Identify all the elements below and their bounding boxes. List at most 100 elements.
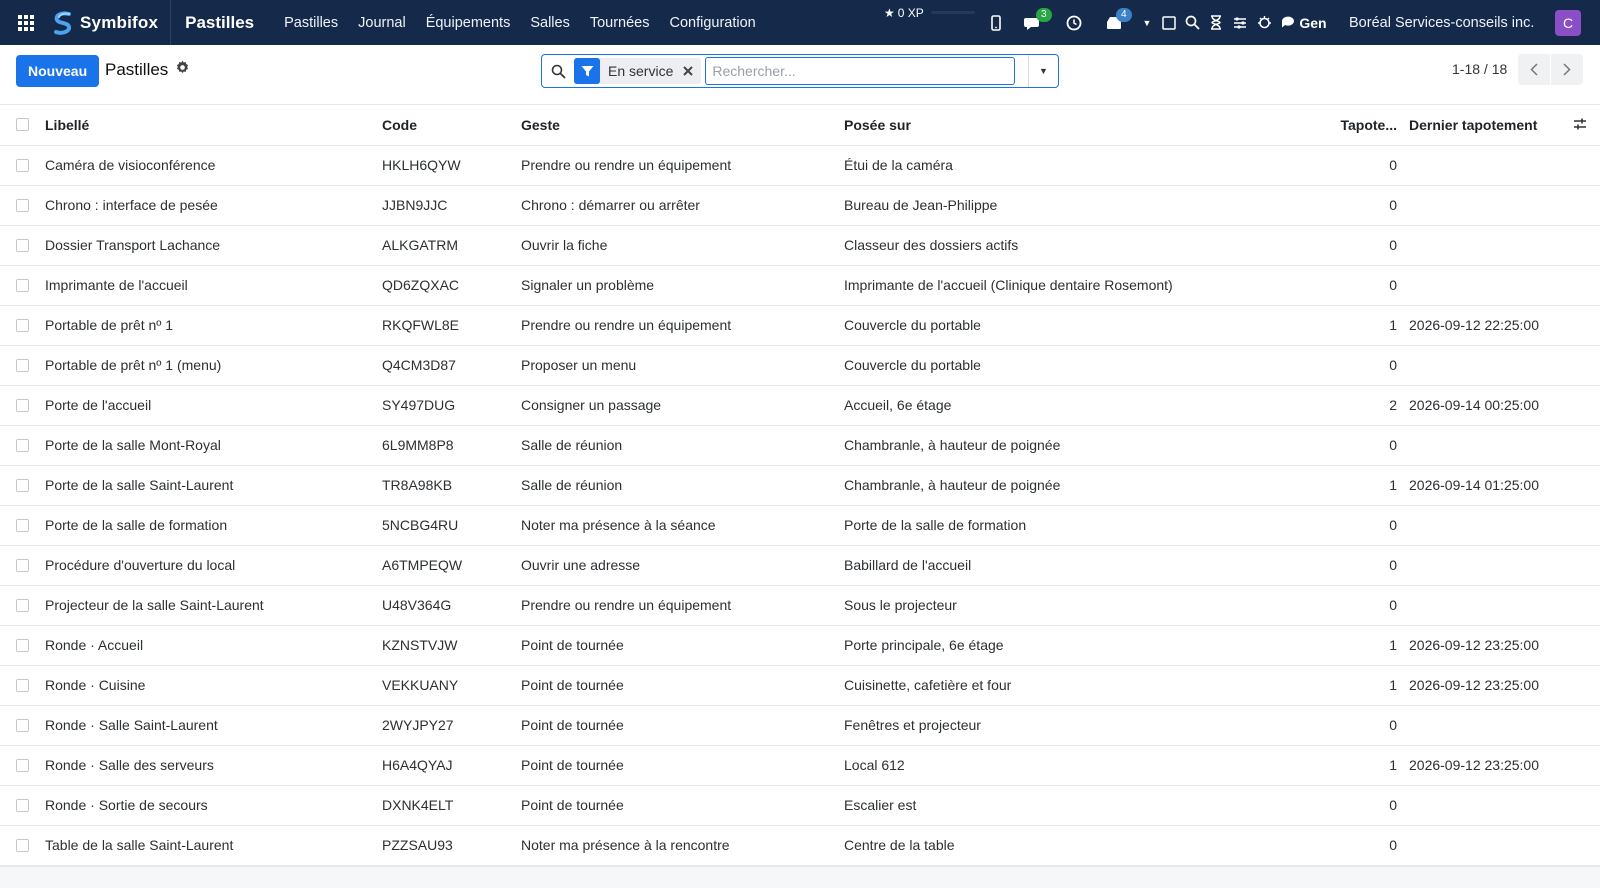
search-input[interactable] <box>705 57 1016 85</box>
cell-geste: Point de tournée <box>521 745 844 786</box>
cell-code: JJBN9JJC <box>382 185 521 226</box>
table-row[interactable]: Imprimante de l'accueil QD6ZQXAC Signaler … <box>0 265 1600 306</box>
table-row[interactable]: Portable de prêt nº 1 (menu) Q4CM3D87 Prop… <box>0 345 1600 386</box>
cell-dernier-tapotement <box>1405 185 1573 226</box>
settings-sliders-button[interactable] <box>1228 0 1252 45</box>
debug-button[interactable] <box>1252 0 1276 45</box>
row-checkbox[interactable] <box>16 158 29 172</box>
mobile-button[interactable] <box>980 0 1012 45</box>
menu-item-tournees[interactable]: Tournées <box>580 15 660 31</box>
row-checkbox[interactable] <box>16 598 29 612</box>
header-tapotements[interactable]: Tapote... <box>1334 105 1405 146</box>
cell-tapotements: 0 <box>1334 545 1405 586</box>
row-checkbox[interactable] <box>16 838 29 852</box>
table-row[interactable]: Porte de la salle Mont-Royal 6L9MM8P8 Sall… <box>0 425 1600 466</box>
notifications-badge: 4 <box>1116 8 1132 22</box>
search-submit-button[interactable] <box>542 64 574 79</box>
messages-button[interactable]: 3 <box>1012 0 1056 45</box>
table-row[interactable]: Chrono : interface de pesée JJBN9JJC Chron… <box>0 185 1600 226</box>
row-checkbox[interactable] <box>16 678 29 692</box>
cell-tapotements: 0 <box>1334 825 1405 866</box>
apps-menu-button[interactable] <box>0 0 52 45</box>
header-libelle[interactable]: Libellé <box>45 105 382 146</box>
table-row[interactable]: Ronde · Accueil KZNSTVJW Point de tournée P… <box>0 625 1600 666</box>
table-row[interactable]: Ronde · Sortie de secours DXNK4ELT Point d… <box>0 785 1600 826</box>
row-checkbox[interactable] <box>16 518 29 532</box>
activity-button[interactable] <box>1056 0 1092 45</box>
gen-button[interactable]: Gen <box>1276 0 1332 45</box>
header-code[interactable]: Code <box>382 105 521 146</box>
row-checkbox[interactable] <box>16 638 29 652</box>
select-all-checkbox[interactable] <box>16 118 29 132</box>
row-checkbox[interactable] <box>16 398 29 412</box>
row-checkbox[interactable] <box>16 558 29 572</box>
table-row[interactable]: Table de la salle Saint-Laurent PZZSAU93 N… <box>0 825 1600 866</box>
row-checkbox[interactable] <box>16 278 29 292</box>
note-button[interactable] <box>1158 0 1180 45</box>
new-button[interactable]: Nouveau <box>16 55 100 87</box>
menu-item-configuration[interactable]: Configuration <box>659 15 765 31</box>
row-checkbox[interactable] <box>16 198 29 212</box>
global-search-button[interactable] <box>1180 0 1204 45</box>
table-row[interactable]: Ronde · Cuisine VEKKUANY Point de tournée C… <box>0 665 1600 706</box>
menu-item-equipements[interactable]: Équipements <box>416 15 521 31</box>
row-checkbox[interactable] <box>16 478 29 492</box>
row-select-cell <box>0 545 45 586</box>
table-row[interactable]: Dossier Transport Lachance ALKGATRM Ouvrir… <box>0 225 1600 266</box>
cell-posee-sur: Couvercle du portable <box>844 345 1334 386</box>
row-select-cell <box>0 825 45 866</box>
cell-geste: Consigner un passage <box>521 385 844 426</box>
table-row[interactable]: Ronde · Salle des serveurs H6A4QYAJ Point … <box>0 745 1600 786</box>
pager-previous-button[interactable] <box>1518 54 1550 85</box>
cell-posee-sur: Bureau de Jean-Philippe <box>844 185 1334 226</box>
row-checkbox[interactable] <box>16 718 29 732</box>
row-checkbox[interactable] <box>16 238 29 252</box>
table-row[interactable]: Projecteur de la salle Saint-Laurent U48V… <box>0 585 1600 626</box>
cell-dernier-tapotement <box>1405 225 1573 266</box>
row-checkbox[interactable] <box>16 358 29 372</box>
menu-item-journal[interactable]: Journal <box>348 15 416 31</box>
table-row[interactable]: Ronde · Salle Saint-Laurent 2WYJPY27 Point… <box>0 705 1600 746</box>
menu-item-pastilles[interactable]: Pastilles <box>274 15 348 31</box>
table-row[interactable]: Porte de l'accueil SY497DUG Consigner un p… <box>0 385 1600 426</box>
cell-posee-sur: Couvercle du portable <box>844 305 1334 346</box>
table-row[interactable]: Porte de la salle de formation 5NCBG4RU No… <box>0 505 1600 546</box>
app-title[interactable]: Pastilles <box>171 13 274 33</box>
menu-item-salles[interactable]: Salles <box>520 15 580 31</box>
optional-columns-toggle[interactable] <box>1573 105 1600 146</box>
table-row[interactable]: Portable de prêt nº 1 RKQFWL8E Prendre ou … <box>0 305 1600 346</box>
table-row[interactable]: Caméra de visioconférence HKLH6QYW Prendre… <box>0 145 1600 186</box>
header-posee-sur[interactable]: Posée sur <box>844 105 1334 146</box>
pager-next-button[interactable] <box>1551 54 1583 85</box>
search-options-toggle[interactable]: ▼ <box>1028 55 1058 87</box>
row-spacer <box>1573 345 1600 386</box>
row-checkbox[interactable] <box>16 318 29 332</box>
row-checkbox[interactable] <box>16 798 29 812</box>
cell-libelle: Porte de la salle Saint-Laurent <box>45 465 382 506</box>
row-select-cell <box>0 145 45 186</box>
brand[interactable]: Symbifox <box>52 0 172 45</box>
cell-dernier-tapotement <box>1405 825 1573 866</box>
row-checkbox[interactable] <box>16 758 29 772</box>
table-row[interactable]: Porte de la salle Saint-Laurent TR8A98KB S… <box>0 465 1600 506</box>
cell-geste: Point de tournée <box>521 625 844 666</box>
facet-remove-button[interactable] <box>681 63 701 79</box>
xp-indicator[interactable]: ★ 0 XP <box>884 6 924 20</box>
user-avatar[interactable]: C <box>1555 10 1581 36</box>
actions-gear-button[interactable] <box>175 60 190 78</box>
row-spacer <box>1573 825 1600 866</box>
table-row[interactable]: Procédure d'ouverture du local A6TMPEQW Ou… <box>0 545 1600 586</box>
more-dropdown-button[interactable]: ▼ <box>1136 0 1158 45</box>
row-checkbox[interactable] <box>16 438 29 452</box>
timer-button[interactable] <box>1204 0 1228 45</box>
cell-libelle: Ronde · Accueil <box>45 625 382 666</box>
header-dernier-tapotement[interactable]: Dernier tapotement <box>1405 105 1573 146</box>
cell-libelle: Table de la salle Saint-Laurent <box>45 825 382 866</box>
messages-badge: 3 <box>1036 8 1052 22</box>
pager-value[interactable]: 1-18 / 18 <box>1452 61 1507 77</box>
header-geste[interactable]: Geste <box>521 105 844 146</box>
cell-libelle: Porte de l'accueil <box>45 385 382 426</box>
comment-icon <box>1282 16 1295 28</box>
company-switcher[interactable]: Boréal Services-conseils inc. <box>1349 0 1534 45</box>
notifications-button[interactable]: 4 <box>1092 0 1136 45</box>
